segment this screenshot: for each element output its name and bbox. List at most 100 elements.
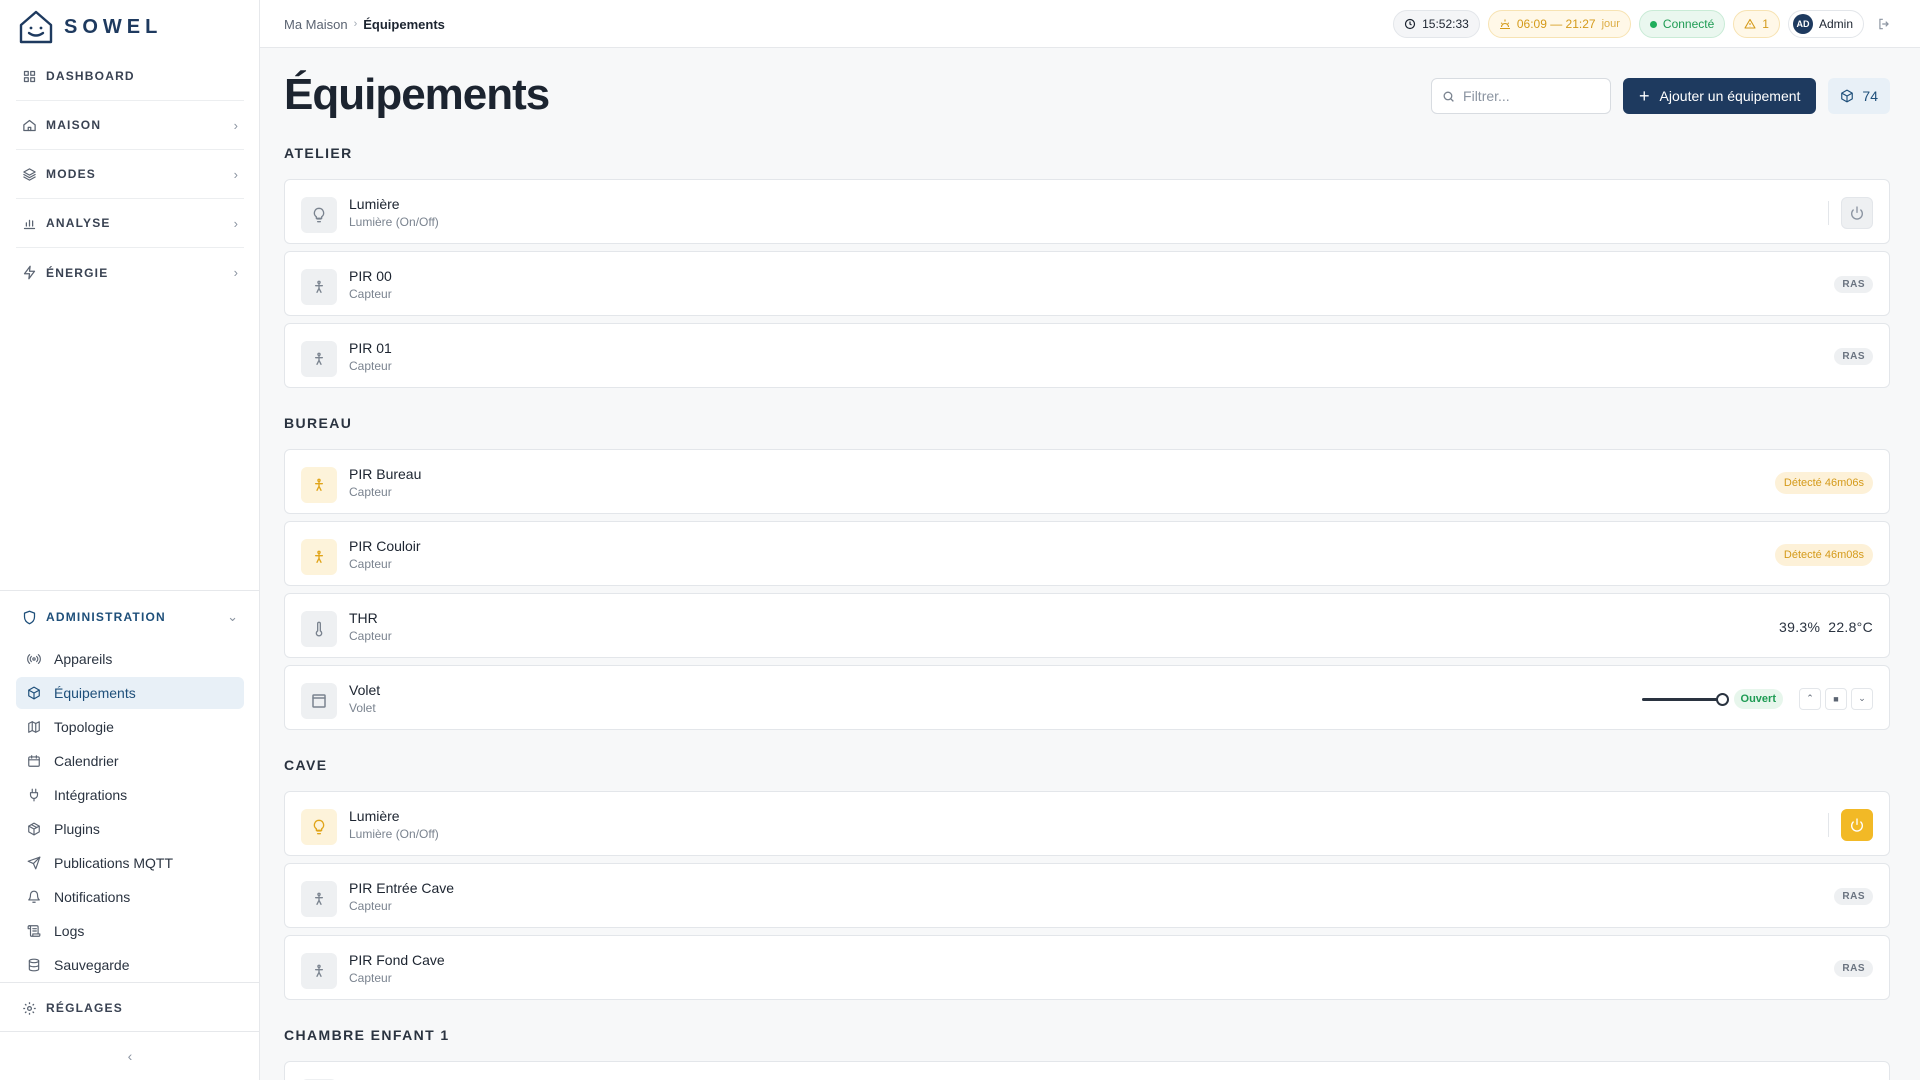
- admin-item[interactable]: Publications MQTT: [16, 847, 244, 879]
- connection-label: Connecté: [1662, 17, 1715, 31]
- breadcrumb: Ma Maison › Équipements: [284, 0, 445, 48]
- equipment-type: Capteur: [349, 971, 392, 985]
- admin-item[interactable]: Intégrations: [16, 779, 244, 811]
- nav-item-energie[interactable]: ÉNERGIE ›: [16, 248, 244, 297]
- motion-icon: [301, 269, 337, 305]
- search-input[interactable]: [1463, 88, 1604, 104]
- nav-item-dashboard[interactable]: DASHBOARD: [16, 52, 244, 101]
- equipment-controls: Détecté 46m06s: [1774, 450, 1873, 515]
- radio-icon: [26, 651, 42, 667]
- nav-item-maison[interactable]: MAISON ›: [16, 101, 244, 150]
- shutter-down-button[interactable]: ⌄: [1851, 687, 1873, 710]
- equipment-card[interactable]: Volet Volet Fermé ⌃■⌄: [284, 1061, 1890, 1080]
- shutter-state-badge: Ouvert: [1733, 688, 1783, 709]
- slider-fill: [1641, 697, 1722, 701]
- shutter-controls: ⌃ ■ ⌄: [1799, 687, 1873, 710]
- equipment-card[interactable]: PIR Bureau Capteur Détecté 46m06s: [284, 449, 1890, 514]
- admin-item[interactable]: Appareils: [16, 643, 244, 675]
- calendar-icon: [26, 753, 42, 769]
- admin-item[interactable]: Notifications: [16, 881, 244, 913]
- logout-button[interactable]: [1872, 12, 1896, 36]
- equipment-card[interactable]: Lumière Lumière (On/Off): [284, 791, 1890, 856]
- admin-item-label: Plugins: [54, 821, 100, 837]
- slider-thumb[interactable]: [1715, 692, 1729, 706]
- shutter-up-button[interactable]: ⌃: [1799, 687, 1821, 710]
- nav-item-modes[interactable]: MODES ›: [16, 150, 244, 199]
- database-icon: [26, 957, 42, 973]
- admin-item[interactable]: Topologie: [16, 711, 244, 743]
- motion-icon: [301, 467, 337, 503]
- power-toggle-button[interactable]: [1841, 808, 1873, 841]
- equipment-name: PIR 01: [349, 340, 392, 356]
- status-badge: Détecté 46m08s: [1774, 543, 1873, 566]
- up-icon: ⌃: [1806, 693, 1814, 703]
- nav-item-label: MODES: [46, 167, 97, 181]
- admin-item-label: Publications MQTT: [54, 855, 174, 871]
- equipment-name: Lumière: [349, 808, 400, 824]
- admin-item-label: Sauvegarde: [54, 957, 130, 973]
- nav-item-reglages[interactable]: RÉGLAGES: [16, 983, 244, 1033]
- equipment-type: Lumière (On/Off): [349, 827, 439, 841]
- alerts-count: 1: [1762, 17, 1769, 31]
- warning-icon: [1744, 18, 1756, 29]
- equipment-card[interactable]: PIR 00 Capteur RAS: [284, 251, 1890, 316]
- alerts-button[interactable]: 1: [1733, 10, 1780, 38]
- layers-icon: [20, 165, 38, 183]
- settings-label: RÉGLAGES: [46, 1001, 123, 1015]
- lightbulb-icon: [301, 809, 337, 845]
- equipment-type: Capteur: [349, 629, 392, 643]
- plug-icon: [26, 787, 42, 803]
- equipment-card[interactable]: PIR Couloir Capteur Détecté 46m08s: [284, 521, 1890, 586]
- bar-chart-icon: [20, 214, 38, 232]
- collapse-sidebar-button[interactable]: ‹: [0, 1032, 260, 1080]
- main-content: Équipements + Ajouter un équipement 74 A…: [284, 48, 1890, 1080]
- equipment-card[interactable]: Lumière Lumière (On/Off): [284, 179, 1890, 244]
- equipment-name: Volet: [349, 682, 381, 698]
- sun-period: jour: [1601, 18, 1620, 30]
- divider: [1828, 200, 1829, 225]
- admin-item[interactable]: Calendrier: [16, 745, 244, 777]
- admin-item-label: Calendrier: [54, 753, 119, 769]
- equipment-card[interactable]: THR Capteur 39.3% 22.8°C: [284, 593, 1890, 658]
- map-icon: [26, 719, 42, 735]
- breadcrumb-separator-icon: ›: [353, 18, 358, 30]
- admin-item[interactable]: Sauvegarde: [16, 949, 244, 981]
- nav-item-analyse[interactable]: ANALYSE ›: [16, 199, 244, 248]
- admin-item-label: Topologie: [54, 719, 114, 735]
- topbar: Ma Maison › Équipements 15:52:33 06:09 —…: [260, 0, 1920, 48]
- admin-item-label: Logs: [54, 923, 85, 939]
- equipment-controls: RAS: [1834, 252, 1873, 317]
- page-title: Équipements: [284, 70, 550, 119]
- topbar-status: 15:52:33 06:09 — 21:27 jour Connecté 1 A…: [1393, 0, 1896, 48]
- chevron-right-icon: ›: [233, 117, 238, 133]
- add-equipment-button[interactable]: + Ajouter un équipement: [1623, 78, 1817, 114]
- equipment-controls: RAS: [1834, 936, 1873, 1001]
- equipment-name: THR: [349, 610, 378, 626]
- status-badge: Détecté 46m06s: [1774, 471, 1873, 494]
- admin-toggle[interactable]: ADMINISTRATION ⌄: [16, 591, 244, 643]
- equipment-card[interactable]: PIR Entrée Cave Capteur RAS: [284, 863, 1890, 928]
- admin-item[interactable]: Équipements: [16, 677, 244, 709]
- equipment-controls: RAS: [1834, 864, 1873, 929]
- chevron-left-icon: ‹: [127, 1048, 133, 1064]
- power-toggle-button[interactable]: [1841, 196, 1873, 229]
- shutter-position-slider[interactable]: [1641, 692, 1729, 706]
- section-title: ATELIER: [284, 145, 353, 161]
- user-name: Admin: [1818, 17, 1853, 31]
- equipment-card[interactable]: PIR Fond Cave Capteur RAS: [284, 935, 1890, 1000]
- breadcrumb-home[interactable]: Ma Maison: [284, 17, 348, 32]
- logo[interactable]: SOWEL: [18, 6, 162, 48]
- chevron-down-icon: ⌄: [227, 609, 238, 624]
- status-badge: RAS: [1834, 348, 1873, 365]
- shield-icon: [20, 608, 38, 626]
- down-icon: ⌄: [1858, 693, 1866, 703]
- motion-icon: [301, 953, 337, 989]
- admin-item[interactable]: Plugins: [16, 813, 244, 845]
- equipment-type: Capteur: [349, 287, 392, 301]
- user-menu[interactable]: AD Admin: [1787, 10, 1864, 38]
- admin-item[interactable]: Logs: [16, 915, 244, 947]
- shutter-stop-button[interactable]: ■: [1825, 687, 1847, 710]
- equipment-card[interactable]: PIR 01 Capteur RAS: [284, 323, 1890, 388]
- equipment-card[interactable]: Volet Volet Ouvert ⌃ ■ ⌄: [284, 665, 1890, 730]
- chevron-right-icon: ›: [233, 265, 238, 280]
